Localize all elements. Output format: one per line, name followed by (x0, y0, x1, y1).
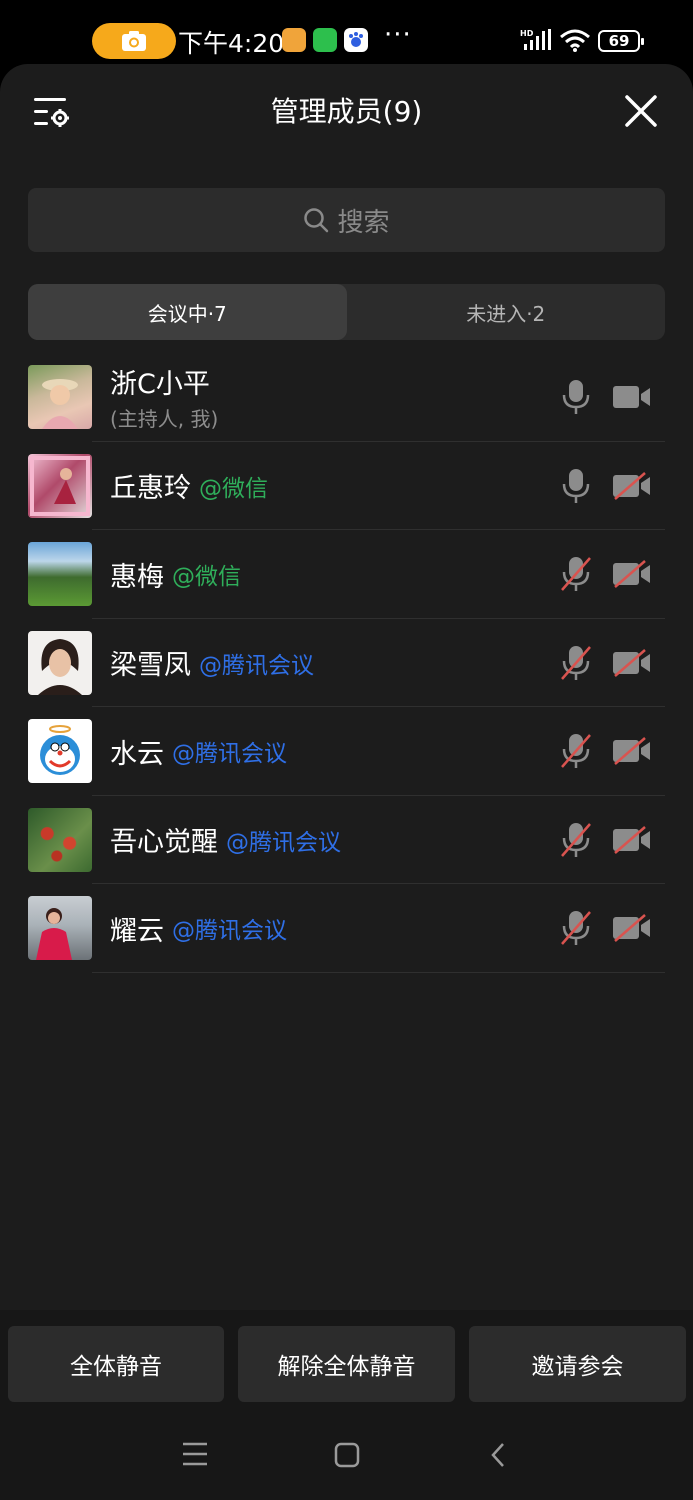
member-row[interactable]: 水云 @腾讯会议 (0, 707, 693, 796)
notification-app-icon (282, 28, 306, 52)
member-row[interactable]: 吾心觉醒 @腾讯会议 (0, 796, 693, 885)
member-tabs: 会议中·7 未进入·2 (28, 284, 665, 340)
menu-nav-icon[interactable] (182, 1442, 208, 1470)
avatar (28, 896, 92, 960)
camera-off-icon[interactable] (612, 471, 652, 500)
member-role: (主持人, 我) (110, 407, 219, 431)
page-title: 管理成员(9) (270, 95, 423, 128)
member-name: 浙C小平 (110, 369, 210, 400)
member-source-tag: @微信 (172, 564, 241, 590)
mic-off-icon[interactable] (560, 556, 592, 592)
mic-on-icon[interactable] (560, 468, 592, 504)
search-placeholder: 搜索 (337, 207, 390, 238)
member-row[interactable]: 耀云 @腾讯会议 (0, 884, 693, 973)
close-icon (625, 95, 657, 127)
camera-on-icon[interactable] (612, 383, 652, 411)
member-source-tag: @腾讯会议 (226, 829, 341, 856)
member-name: 梁雪凤 (110, 650, 191, 681)
avatar (28, 630, 92, 695)
member-name: 惠梅 (110, 561, 164, 593)
member-row[interactable]: 丘惠玲 @微信 (0, 442, 693, 531)
clock: 下午4:20 (178, 29, 285, 58)
camera-off-icon[interactable] (612, 737, 652, 765)
wechat-icon (313, 28, 337, 52)
mic-off-icon[interactable] (560, 822, 592, 858)
close-button[interactable] (624, 94, 658, 128)
member-name: 水云 (110, 738, 164, 770)
tab-in-meeting[interactable]: 会议中·7 (28, 284, 347, 340)
mic-off-icon[interactable] (560, 910, 592, 946)
tab-not-joined[interactable]: 未进入·2 (347, 284, 666, 340)
signal-icon: HD (520, 28, 552, 56)
member-name: 耀云 (110, 915, 164, 947)
unmute-all-button[interactable]: 解除全体静音 (238, 1326, 455, 1402)
baidu-icon (344, 28, 368, 52)
search-icon (304, 208, 329, 233)
mic-on-icon[interactable] (560, 379, 592, 415)
member-name: 吾心觉醒 (110, 827, 218, 858)
search-input[interactable]: 搜索 (28, 188, 665, 252)
member-name: 丘惠玲 (110, 473, 191, 504)
member-source-tag: @微信 (199, 475, 268, 502)
invite-button[interactable]: 邀请参会 (469, 1326, 686, 1402)
camera-off-icon[interactable] (612, 825, 652, 854)
mute-all-button[interactable]: 全体静音 (8, 1326, 224, 1402)
camera-off-icon[interactable] (612, 560, 652, 588)
battery-indicator: 69 (598, 30, 644, 52)
avatar (28, 807, 92, 872)
home-nav-icon[interactable] (334, 1442, 360, 1472)
status-bar: 下午4:20 ··· HD 69 (0, 0, 693, 64)
mic-off-icon[interactable] (560, 733, 592, 769)
member-row[interactable]: 浙C小平 (主持人, 我) (0, 353, 693, 442)
back-nav-icon[interactable] (490, 1442, 506, 1472)
camera-off-icon[interactable] (612, 914, 652, 942)
avatar (28, 719, 92, 783)
manage-members-panel: 管理成员(9) 搜索 会议中·7 未进入·2 浙C小平 (主持人, 我) 丘惠玲… (0, 64, 693, 1500)
avatar (28, 453, 92, 518)
member-row[interactable]: 惠梅 @微信 (0, 530, 693, 619)
screen-record-pill[interactable] (92, 23, 176, 59)
network-label: HD (520, 29, 534, 38)
avatar (28, 542, 92, 606)
more-notifications-icon: ··· (384, 20, 412, 50)
camera-icon (122, 31, 146, 51)
member-row[interactable]: 梁雪凤 @腾讯会议 (0, 619, 693, 708)
avatar (28, 365, 92, 429)
footer-actions: 全体静音 解除全体静音 邀请参会 (0, 1310, 693, 1500)
member-source-tag: @腾讯会议 (199, 652, 314, 679)
mic-off-icon[interactable] (560, 645, 592, 681)
camera-off-icon[interactable] (612, 648, 652, 677)
wifi-icon (560, 28, 590, 56)
member-source-tag: @腾讯会议 (172, 741, 287, 767)
member-source-tag: @腾讯会议 (172, 918, 287, 944)
member-list: 浙C小平 (主持人, 我) 丘惠玲 @微信 惠梅 @微信 梁雪凤 @腾讯会议 水… (0, 353, 693, 973)
